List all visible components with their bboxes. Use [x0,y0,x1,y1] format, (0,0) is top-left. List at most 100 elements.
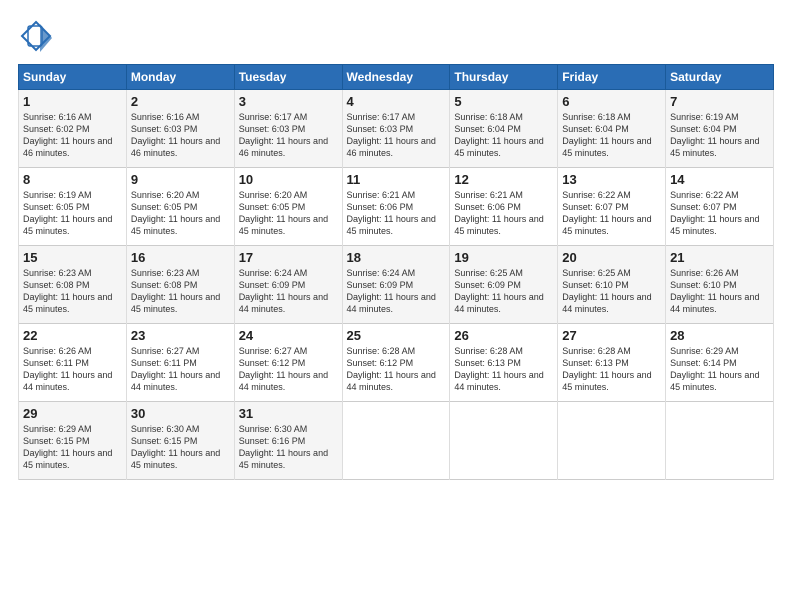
day-number: 13 [562,172,661,187]
calendar-cell: 11 Sunrise: 6:21 AM Sunset: 6:06 PM Dayl… [342,168,450,246]
calendar-cell: 28 Sunrise: 6:29 AM Sunset: 6:14 PM Dayl… [666,324,774,402]
calendar-week-row: 8 Sunrise: 6:19 AM Sunset: 6:05 PM Dayli… [19,168,774,246]
cell-info: Sunrise: 6:23 AM Sunset: 6:08 PM Dayligh… [23,267,122,316]
day-number: 2 [131,94,230,109]
calendar-cell: 21 Sunrise: 6:26 AM Sunset: 6:10 PM Dayl… [666,246,774,324]
day-number: 28 [670,328,769,343]
cell-info: Sunrise: 6:28 AM Sunset: 6:13 PM Dayligh… [454,345,553,394]
day-number: 17 [239,250,338,265]
calendar-cell [342,402,450,480]
day-number: 8 [23,172,122,187]
cell-info: Sunrise: 6:29 AM Sunset: 6:14 PM Dayligh… [670,345,769,394]
calendar-cell: 4 Sunrise: 6:17 AM Sunset: 6:03 PM Dayli… [342,90,450,168]
calendar-cell [450,402,558,480]
cell-info: Sunrise: 6:17 AM Sunset: 6:03 PM Dayligh… [347,111,446,160]
cell-info: Sunrise: 6:24 AM Sunset: 6:09 PM Dayligh… [239,267,338,316]
cell-info: Sunrise: 6:26 AM Sunset: 6:11 PM Dayligh… [23,345,122,394]
day-number: 5 [454,94,553,109]
cell-info: Sunrise: 6:18 AM Sunset: 6:04 PM Dayligh… [454,111,553,160]
calendar-cell: 25 Sunrise: 6:28 AM Sunset: 6:12 PM Dayl… [342,324,450,402]
calendar-table: SundayMondayTuesdayWednesdayThursdayFrid… [18,64,774,480]
calendar-cell: 14 Sunrise: 6:22 AM Sunset: 6:07 PM Dayl… [666,168,774,246]
cell-info: Sunrise: 6:18 AM Sunset: 6:04 PM Dayligh… [562,111,661,160]
cell-info: Sunrise: 6:21 AM Sunset: 6:06 PM Dayligh… [347,189,446,238]
calendar-cell: 7 Sunrise: 6:19 AM Sunset: 6:04 PM Dayli… [666,90,774,168]
calendar-cell [558,402,666,480]
day-header: Wednesday [342,65,450,90]
cell-info: Sunrise: 6:25 AM Sunset: 6:09 PM Dayligh… [454,267,553,316]
cell-info: Sunrise: 6:30 AM Sunset: 6:16 PM Dayligh… [239,423,338,472]
day-number: 3 [239,94,338,109]
cell-info: Sunrise: 6:21 AM Sunset: 6:06 PM Dayligh… [454,189,553,238]
day-number: 23 [131,328,230,343]
calendar-week-row: 15 Sunrise: 6:23 AM Sunset: 6:08 PM Dayl… [19,246,774,324]
calendar-cell: 2 Sunrise: 6:16 AM Sunset: 6:03 PM Dayli… [126,90,234,168]
cell-info: Sunrise: 6:27 AM Sunset: 6:12 PM Dayligh… [239,345,338,394]
day-number: 15 [23,250,122,265]
day-header: Saturday [666,65,774,90]
day-number: 12 [454,172,553,187]
day-number: 21 [670,250,769,265]
cell-info: Sunrise: 6:27 AM Sunset: 6:11 PM Dayligh… [131,345,230,394]
calendar-cell: 12 Sunrise: 6:21 AM Sunset: 6:06 PM Dayl… [450,168,558,246]
cell-info: Sunrise: 6:24 AM Sunset: 6:09 PM Dayligh… [347,267,446,316]
cell-info: Sunrise: 6:16 AM Sunset: 6:02 PM Dayligh… [23,111,122,160]
calendar-cell: 16 Sunrise: 6:23 AM Sunset: 6:08 PM Dayl… [126,246,234,324]
calendar-cell: 18 Sunrise: 6:24 AM Sunset: 6:09 PM Dayl… [342,246,450,324]
cell-info: Sunrise: 6:26 AM Sunset: 6:10 PM Dayligh… [670,267,769,316]
header [18,18,774,54]
calendar-week-row: 29 Sunrise: 6:29 AM Sunset: 6:15 PM Dayl… [19,402,774,480]
day-header: Tuesday [234,65,342,90]
day-number: 19 [454,250,553,265]
calendar-cell: 15 Sunrise: 6:23 AM Sunset: 6:08 PM Dayl… [19,246,127,324]
calendar-cell: 17 Sunrise: 6:24 AM Sunset: 6:09 PM Dayl… [234,246,342,324]
cell-info: Sunrise: 6:30 AM Sunset: 6:15 PM Dayligh… [131,423,230,472]
day-number: 14 [670,172,769,187]
calendar-cell: 13 Sunrise: 6:22 AM Sunset: 6:07 PM Dayl… [558,168,666,246]
calendar-cell: 1 Sunrise: 6:16 AM Sunset: 6:02 PM Dayli… [19,90,127,168]
calendar-cell: 5 Sunrise: 6:18 AM Sunset: 6:04 PM Dayli… [450,90,558,168]
day-number: 16 [131,250,230,265]
day-header: Thursday [450,65,558,90]
cell-info: Sunrise: 6:16 AM Sunset: 6:03 PM Dayligh… [131,111,230,160]
cell-info: Sunrise: 6:20 AM Sunset: 6:05 PM Dayligh… [131,189,230,238]
calendar-cell: 30 Sunrise: 6:30 AM Sunset: 6:15 PM Dayl… [126,402,234,480]
calendar-cell: 24 Sunrise: 6:27 AM Sunset: 6:12 PM Dayl… [234,324,342,402]
header-row: SundayMondayTuesdayWednesdayThursdayFrid… [19,65,774,90]
cell-info: Sunrise: 6:29 AM Sunset: 6:15 PM Dayligh… [23,423,122,472]
day-number: 31 [239,406,338,421]
calendar-week-row: 1 Sunrise: 6:16 AM Sunset: 6:02 PM Dayli… [19,90,774,168]
calendar-cell [666,402,774,480]
cell-info: Sunrise: 6:19 AM Sunset: 6:05 PM Dayligh… [23,189,122,238]
logo-icon [18,18,54,54]
cell-info: Sunrise: 6:22 AM Sunset: 6:07 PM Dayligh… [562,189,661,238]
calendar-cell: 9 Sunrise: 6:20 AM Sunset: 6:05 PM Dayli… [126,168,234,246]
calendar-cell: 6 Sunrise: 6:18 AM Sunset: 6:04 PM Dayli… [558,90,666,168]
day-number: 18 [347,250,446,265]
cell-info: Sunrise: 6:28 AM Sunset: 6:12 PM Dayligh… [347,345,446,394]
calendar-cell: 3 Sunrise: 6:17 AM Sunset: 6:03 PM Dayli… [234,90,342,168]
calendar-cell: 31 Sunrise: 6:30 AM Sunset: 6:16 PM Dayl… [234,402,342,480]
calendar-cell: 8 Sunrise: 6:19 AM Sunset: 6:05 PM Dayli… [19,168,127,246]
day-header: Monday [126,65,234,90]
cell-info: Sunrise: 6:25 AM Sunset: 6:10 PM Dayligh… [562,267,661,316]
page: SundayMondayTuesdayWednesdayThursdayFrid… [0,0,792,612]
day-number: 10 [239,172,338,187]
day-number: 26 [454,328,553,343]
calendar-cell: 23 Sunrise: 6:27 AM Sunset: 6:11 PM Dayl… [126,324,234,402]
day-header: Sunday [19,65,127,90]
day-number: 7 [670,94,769,109]
cell-info: Sunrise: 6:17 AM Sunset: 6:03 PM Dayligh… [239,111,338,160]
calendar-cell: 26 Sunrise: 6:28 AM Sunset: 6:13 PM Dayl… [450,324,558,402]
calendar-cell: 10 Sunrise: 6:20 AM Sunset: 6:05 PM Dayl… [234,168,342,246]
calendar-cell: 27 Sunrise: 6:28 AM Sunset: 6:13 PM Dayl… [558,324,666,402]
calendar-week-row: 22 Sunrise: 6:26 AM Sunset: 6:11 PM Dayl… [19,324,774,402]
day-number: 4 [347,94,446,109]
logo [18,18,58,54]
day-number: 6 [562,94,661,109]
calendar-cell: 29 Sunrise: 6:29 AM Sunset: 6:15 PM Dayl… [19,402,127,480]
day-number: 11 [347,172,446,187]
cell-info: Sunrise: 6:23 AM Sunset: 6:08 PM Dayligh… [131,267,230,316]
cell-info: Sunrise: 6:28 AM Sunset: 6:13 PM Dayligh… [562,345,661,394]
cell-info: Sunrise: 6:22 AM Sunset: 6:07 PM Dayligh… [670,189,769,238]
